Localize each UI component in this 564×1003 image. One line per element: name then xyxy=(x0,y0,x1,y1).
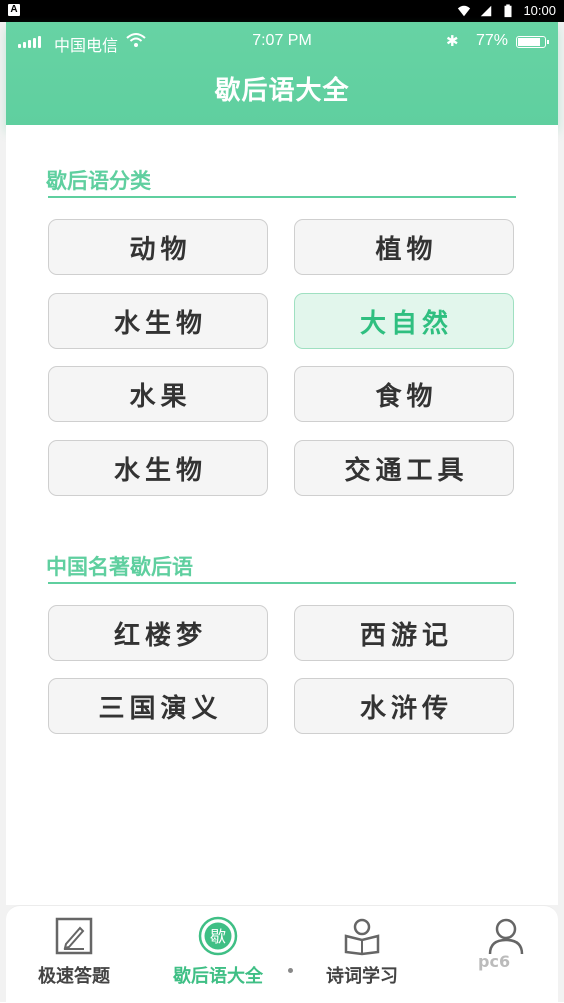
user-icon xyxy=(488,918,524,955)
nav-label-quiz: 极速答题 xyxy=(38,966,110,987)
watermark-logo: pc6 xyxy=(478,952,511,971)
edit-icon xyxy=(55,917,93,955)
category-button-nature[interactable]: 大自然 xyxy=(294,293,514,349)
app-header: 中国电信 7:07 PM ✱ 77% 歇后语大全 xyxy=(6,22,558,125)
nav-item-poetry[interactable]: 诗词学习 xyxy=(302,916,422,988)
nav-item-quiz[interactable]: 极速答题 xyxy=(14,916,134,988)
battery-icon xyxy=(504,3,512,17)
nav-badge-text: 歇 xyxy=(210,927,226,946)
nav-label-poetry: 诗词学习 xyxy=(326,966,398,987)
book-reader-icon xyxy=(344,918,380,956)
classic-button-shuihu[interactable]: 水浒传 xyxy=(294,678,514,734)
page-title: 歇后语大全 xyxy=(214,76,350,106)
bottom-navigation: 极速答题 歇 歇后语大全 诗词学习 xyxy=(6,905,558,1003)
section-title-classics: 中国名著歇后语 xyxy=(46,555,193,579)
system-clock: 10:00 xyxy=(523,3,556,18)
nav-item-xiehouyu[interactable]: 歇 歇后语大全 xyxy=(158,916,278,988)
category-button-plants[interactable]: 植物 xyxy=(294,219,514,275)
classic-button-hongloumeng[interactable]: 红楼梦 xyxy=(48,605,268,661)
system-status-bar: A 10:00 xyxy=(0,0,564,22)
classic-button-sanguo[interactable]: 三国演义 xyxy=(48,678,268,734)
classic-button-xiyouji[interactable]: 西游记 xyxy=(294,605,514,661)
signal-icon xyxy=(481,5,492,16)
bluetooth-icon: ✱ xyxy=(446,33,459,50)
category-button-animals[interactable]: 动物 xyxy=(48,219,268,275)
category-button-food[interactable]: 食物 xyxy=(294,366,514,422)
active-indicator-dot xyxy=(288,968,293,973)
wifi-icon xyxy=(458,5,471,16)
section-divider xyxy=(48,196,516,198)
xie-badge-icon: 歇 xyxy=(198,916,238,956)
category-button-aquatic[interactable]: 水生物 xyxy=(48,293,268,349)
nav-label-xiehouyu: 歇后语大全 xyxy=(173,966,263,987)
main-content: 歇后语分类 动物 植物 水生物 大自然 水果 食物 水生物 交通工具 中国名著歇… xyxy=(6,125,558,905)
battery-icon xyxy=(516,36,549,48)
battery-percentage: 77% xyxy=(476,32,509,49)
section-title-categories: 歇后语分类 xyxy=(46,169,151,193)
system-notification-icon: A xyxy=(8,4,20,16)
category-button-aquatic-2[interactable]: 水生物 xyxy=(48,440,268,496)
category-button-fruit[interactable]: 水果 xyxy=(48,366,268,422)
status-bar: 中国电信 7:07 PM ✱ 77% xyxy=(6,22,558,62)
section-divider xyxy=(48,582,516,584)
category-button-transport[interactable]: 交通工具 xyxy=(294,440,514,496)
